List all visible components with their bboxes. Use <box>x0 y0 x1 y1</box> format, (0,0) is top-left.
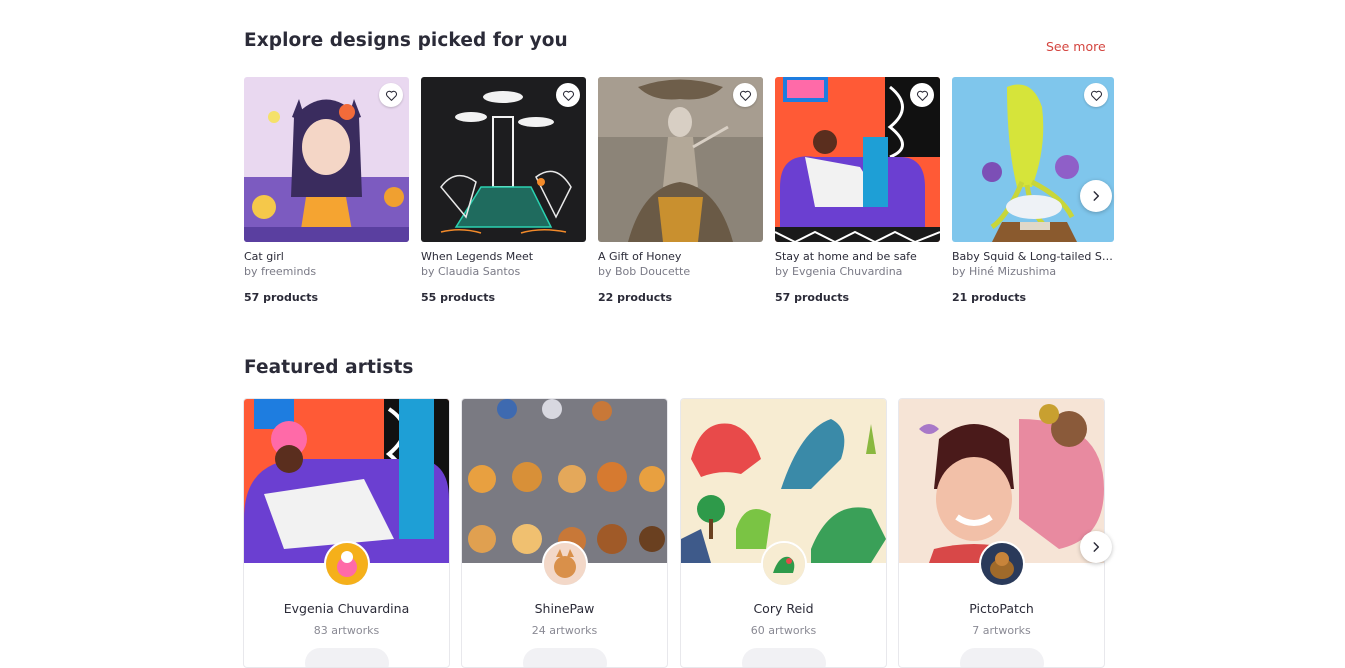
design-thumbnail[interactable] <box>952 77 1114 242</box>
design-product-count: 55 products <box>421 291 496 304</box>
design-product-count: 22 products <box>598 291 673 304</box>
design-artist[interactable]: by Hiné Mizushima <box>952 264 1114 279</box>
artist-avatar[interactable] <box>324 541 370 587</box>
artist-avatar[interactable] <box>979 541 1025 587</box>
design-card[interactable]: A Gift of Honey by Bob Doucette 22 produ… <box>598 77 763 304</box>
design-product-count: 21 products <box>952 291 1027 304</box>
heart-outline-icon <box>739 90 751 101</box>
chevron-right-icon <box>1093 191 1100 201</box>
design-product-count: 57 products <box>244 291 319 304</box>
artist-name[interactable]: ShinePaw <box>462 601 667 616</box>
design-title[interactable]: Stay at home and be safe <box>775 250 940 264</box>
design-artist[interactable]: by Evgenia Chuvardina <box>775 264 940 279</box>
see-more-link[interactable]: See more <box>1046 39 1106 54</box>
designs-next-button[interactable] <box>1080 180 1112 212</box>
design-title[interactable]: Baby Squid & Long-tailed Se... <box>952 250 1114 264</box>
artists-next-button[interactable] <box>1080 531 1112 563</box>
design-thumbnail[interactable] <box>244 77 409 242</box>
artist-banner-image <box>899 399 1104 563</box>
favorite-button[interactable] <box>556 83 580 107</box>
design-title[interactable]: When Legends Meet <box>421 250 586 264</box>
design-product-count: 57 products <box>775 291 850 304</box>
heart-outline-icon <box>1090 90 1102 101</box>
favorite-button[interactable] <box>910 83 934 107</box>
artist-name[interactable]: PictoPatch <box>899 601 1104 616</box>
design-card[interactable]: When Legends Meet by Claudia Santos 55 p… <box>421 77 586 304</box>
design-card[interactable]: Cat girl by freeminds 57 products <box>244 77 409 304</box>
heart-outline-icon <box>562 90 574 101</box>
artist-banner-image <box>462 399 667 563</box>
artist-artwork-count: 60 artworks <box>750 624 817 637</box>
design-artist[interactable]: by Claudia Santos <box>421 264 586 279</box>
design-card[interactable]: Stay at home and be safe by Evgenia Chuv… <box>775 77 940 304</box>
artist-artwork-count: 7 artworks <box>972 624 1031 637</box>
heart-outline-icon <box>916 90 928 101</box>
design-thumbnail[interactable] <box>775 77 940 242</box>
artist-banner-image <box>681 399 886 563</box>
heart-outline-icon <box>385 90 397 101</box>
favorite-button[interactable] <box>733 83 757 107</box>
follow-button[interactable] <box>305 648 389 667</box>
artist-banner-image <box>244 399 449 563</box>
featured-section-title: Featured artists <box>244 357 414 378</box>
design-title[interactable]: Cat girl <box>244 250 409 264</box>
artist-avatar[interactable] <box>542 541 588 587</box>
explore-section-title: Explore designs picked for you <box>244 30 568 51</box>
design-thumbnail[interactable] <box>421 77 586 242</box>
follow-button[interactable] <box>742 648 826 667</box>
artist-artwork-count: 83 artworks <box>313 624 380 637</box>
artist-card[interactable]: Evgenia Chuvardina 83 artworks <box>243 398 450 668</box>
artist-card[interactable]: Cory Reid 60 artworks <box>680 398 887 668</box>
artist-card[interactable]: ShinePaw 24 artworks <box>461 398 668 668</box>
artist-artwork-count: 24 artworks <box>531 624 598 637</box>
design-artist[interactable]: by Bob Doucette <box>598 264 763 279</box>
follow-button[interactable] <box>960 648 1044 667</box>
follow-button[interactable] <box>523 648 607 667</box>
design-artist[interactable]: by freeminds <box>244 264 409 279</box>
design-thumbnail[interactable] <box>598 77 763 242</box>
artist-name[interactable]: Cory Reid <box>681 601 886 616</box>
artist-name[interactable]: Evgenia Chuvardina <box>244 601 449 616</box>
artist-card[interactable]: PictoPatch 7 artworks <box>898 398 1105 668</box>
artist-avatar[interactable] <box>761 541 807 587</box>
favorite-button[interactable] <box>1084 83 1108 107</box>
chevron-right-icon <box>1093 542 1100 552</box>
design-title[interactable]: A Gift of Honey <box>598 250 763 264</box>
favorite-button[interactable] <box>379 83 403 107</box>
